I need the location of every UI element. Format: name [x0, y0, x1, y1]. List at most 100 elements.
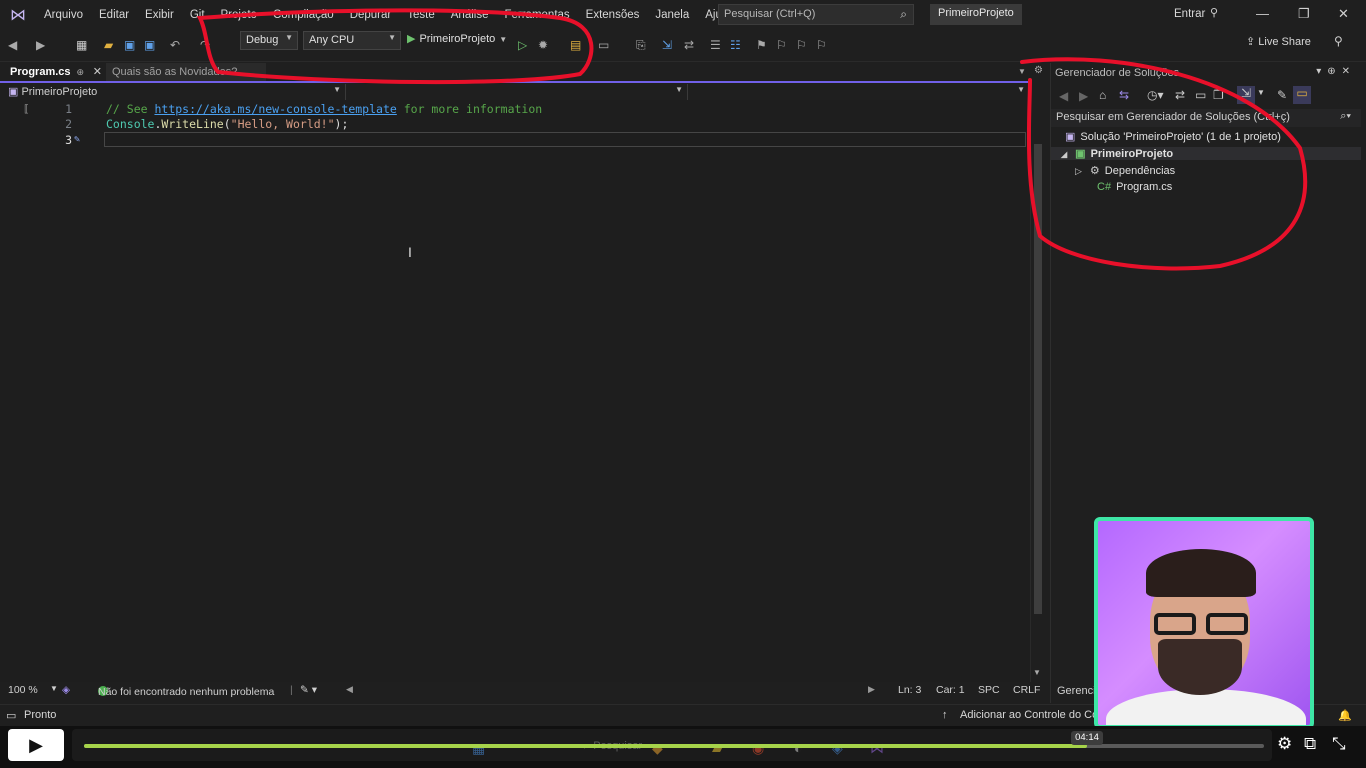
forward-icon[interactable]: ▶ [1079, 89, 1088, 103]
redo-icon[interactable]: ↷ [200, 38, 210, 52]
scroll-right-icon[interactable]: ▶ [868, 684, 875, 695]
save-icon[interactable]: ▣ [124, 38, 135, 52]
clear-bookmarks-icon[interactable]: ⚐ [816, 38, 827, 52]
tab-program-cs[interactable]: Program.cs ⊕ ✕ [4, 63, 106, 81]
start-without-debug-icon[interactable]: ▷ [518, 38, 527, 52]
tree-item-project[interactable]: ◢ ▣ PrimeiroProjeto [1051, 147, 1361, 160]
cleanup-brush-icon[interactable]: ✎ ▾ [300, 684, 317, 696]
sync-icon[interactable]: ⇄ [1175, 88, 1185, 102]
back-icon[interactable]: ◀ [8, 38, 17, 52]
output-icon[interactable]: ▭ [6, 709, 16, 722]
minimize-icon[interactable]: — [1256, 6, 1269, 21]
save-all-icon[interactable]: ▣ [144, 38, 155, 52]
chevron-down-icon[interactable]: ▼ [1257, 88, 1265, 97]
uncomment-icon[interactable]: ☷ [730, 38, 741, 52]
menu-depurar[interactable]: Depurar [342, 0, 400, 30]
signin-link[interactable]: Entrar [1174, 8, 1205, 20]
code-editor[interactable]: ⟦ 1 // See https://aka.ms/new-console-te… [0, 100, 1030, 682]
open-in-editor-icon[interactable]: ▭ [1293, 86, 1311, 104]
preview-selected-icon[interactable]: ⇲ [1237, 86, 1255, 104]
show-all-files-icon[interactable]: ❐ [1213, 88, 1224, 102]
feedback-icon[interactable]: ⚲ [1334, 34, 1343, 48]
restore-icon[interactable]: ❐ [1298, 6, 1310, 22]
seek-bar[interactable]: ▦ ⌕ Pesquisar ◆ ▰ ◉ ◐ ◈ ⋈ 04:14 [72, 729, 1272, 761]
comment-link[interactable]: https://aka.ms/new-console-template [154, 102, 396, 116]
chevron-down-icon[interactable]: ▼ [50, 684, 58, 693]
menu-compilacao[interactable]: Compilação [265, 0, 342, 30]
global-search-input[interactable]: Pesquisar (Ctrl+Q) ⌕ [718, 4, 914, 25]
step-icon[interactable]: ⇲ [662, 38, 672, 52]
member-scope-select[interactable]: ▼ [688, 84, 1030, 100]
menu-janela[interactable]: Janela [647, 0, 697, 30]
switch-views-icon[interactable]: ⇆ [1119, 88, 1129, 102]
pin-icon[interactable]: ⊕ [76, 63, 84, 81]
zoom-level[interactable]: 100 % [8, 684, 38, 696]
type-scope-select[interactable]: ▼ [346, 84, 688, 100]
live-share-button[interactable]: ⇪ Live Share [1246, 35, 1311, 48]
project-scope-select[interactable]: ▣ PrimeiroProjeto ▼ [4, 84, 346, 100]
exit-fullscreen-icon[interactable]: ⤡ [1332, 734, 1346, 754]
tab-whats-new[interactable]: Quais são as Novidades? [106, 63, 266, 81]
admin-icon[interactable]: ⚲ [1210, 6, 1218, 19]
solution-explorer-search-input[interactable]: Pesquisar em Gerenciador de Soluções (Ct… [1051, 109, 1361, 127]
menu-extensoes[interactable]: Extensões [578, 0, 648, 30]
notifications-bell-icon[interactable]: 🔔 [1338, 709, 1352, 722]
tree-item-solution[interactable]: ▣ Solução 'PrimeiroProjeto' (1 de 1 proje… [1065, 130, 1281, 143]
editor-scrollbar[interactable]: ▼ [1030, 84, 1044, 682]
collapsed-arrow-icon[interactable]: ▷ [1075, 166, 1082, 176]
close-icon[interactable]: ✕ [93, 63, 102, 81]
back-icon[interactable]: ◀ [1059, 89, 1068, 103]
home-icon[interactable]: ⌂ [1099, 88, 1106, 102]
close-icon[interactable]: ✕ [1338, 6, 1349, 22]
scroll-down-icon[interactable]: ▼ [1033, 668, 1041, 677]
expanded-arrow-icon[interactable]: ◢ [1061, 150, 1067, 159]
menu-editar[interactable]: Editar [91, 0, 137, 30]
progress-track[interactable]: 04:14 [84, 731, 1264, 748]
copilot-icon[interactable]: ◈ [62, 684, 70, 696]
platform-select[interactable]: Any CPU ▼ [303, 31, 401, 50]
menu-projeto[interactable]: Projeto [213, 0, 265, 30]
run-button[interactable]: ▶ PrimeiroProjeto ▼ [407, 32, 507, 45]
new-project-icon[interactable]: ▦ [76, 38, 87, 52]
line-number: 2 [65, 117, 72, 131]
scrollbar-thumb[interactable] [1034, 144, 1042, 614]
picture-in-picture-icon[interactable]: ⧉ [1304, 734, 1316, 754]
solution-explorer-icon[interactable]: ▤ [570, 38, 581, 52]
window-layout-icon[interactable]: ▭ [598, 38, 609, 52]
comment-icon[interactable]: ☰ [710, 38, 721, 52]
menu-arquivo[interactable]: Arquivo [36, 0, 91, 30]
menu-analise[interactable]: Análise [443, 0, 497, 30]
configuration-select[interactable]: Debug ▼ [240, 31, 298, 50]
panel-controls[interactable]: ▾⊕✕ [1316, 66, 1356, 77]
video-player-controls: ▶ ▦ ⌕ Pesquisar ◆ ▰ ◉ ◐ ◈ ⋈ 04:14 ⚙ ⧉ ⤡ [0, 726, 1366, 768]
visual-studio-logo-icon[interactable]: ⋈ [0, 0, 36, 30]
line-indicator[interactable]: Ln: 3 [898, 684, 921, 696]
bookmark-tool-icon[interactable]: ⎘ [636, 38, 646, 53]
hot-reload-icon[interactable]: ✹ [538, 38, 548, 52]
spacing-indicator[interactable]: SPC [978, 684, 1000, 696]
tool-icon[interactable]: ⇄ [684, 38, 694, 52]
play-button[interactable]: ▶ [8, 729, 64, 761]
bookmark-icon[interactable]: ⚑ [756, 38, 767, 52]
scroll-left-icon[interactable]: ◀ [346, 684, 353, 695]
line-ending-indicator[interactable]: CRLF [1013, 684, 1040, 696]
forward-icon[interactable]: ▶ [36, 38, 45, 52]
tree-item-program-cs[interactable]: C# Program.cs [1097, 181, 1172, 193]
next-bookmark-icon[interactable]: ⚐ [796, 38, 807, 52]
menu-ferramentas[interactable]: Ferramentas [496, 0, 577, 30]
open-folder-icon[interactable]: ▰ [104, 38, 113, 52]
prev-bookmark-icon[interactable]: ⚐ [776, 38, 787, 52]
tree-item-dependencies[interactable]: ▷ ⚙ Dependências [1075, 164, 1175, 177]
tab-overflow-icon[interactable]: ▼ [1018, 67, 1026, 76]
collapse-all-icon[interactable]: ▭ [1195, 88, 1206, 102]
quick-action-brush-icon[interactable]: ✎ [74, 132, 80, 148]
menu-teste[interactable]: Teste [399, 0, 443, 30]
properties-wrench-icon[interactable]: ✎ [1277, 88, 1287, 102]
pending-changes-icon[interactable]: ◷▾ [1147, 88, 1164, 102]
column-indicator[interactable]: Car: 1 [936, 684, 965, 696]
menu-git[interactable]: Git [182, 0, 213, 30]
menu-exibir[interactable]: Exibir [137, 0, 182, 30]
undo-icon[interactable]: ↶ [170, 38, 180, 52]
gear-icon[interactable]: ⚙ [1034, 65, 1043, 76]
settings-gear-icon[interactable]: ⚙ [1277, 734, 1292, 754]
